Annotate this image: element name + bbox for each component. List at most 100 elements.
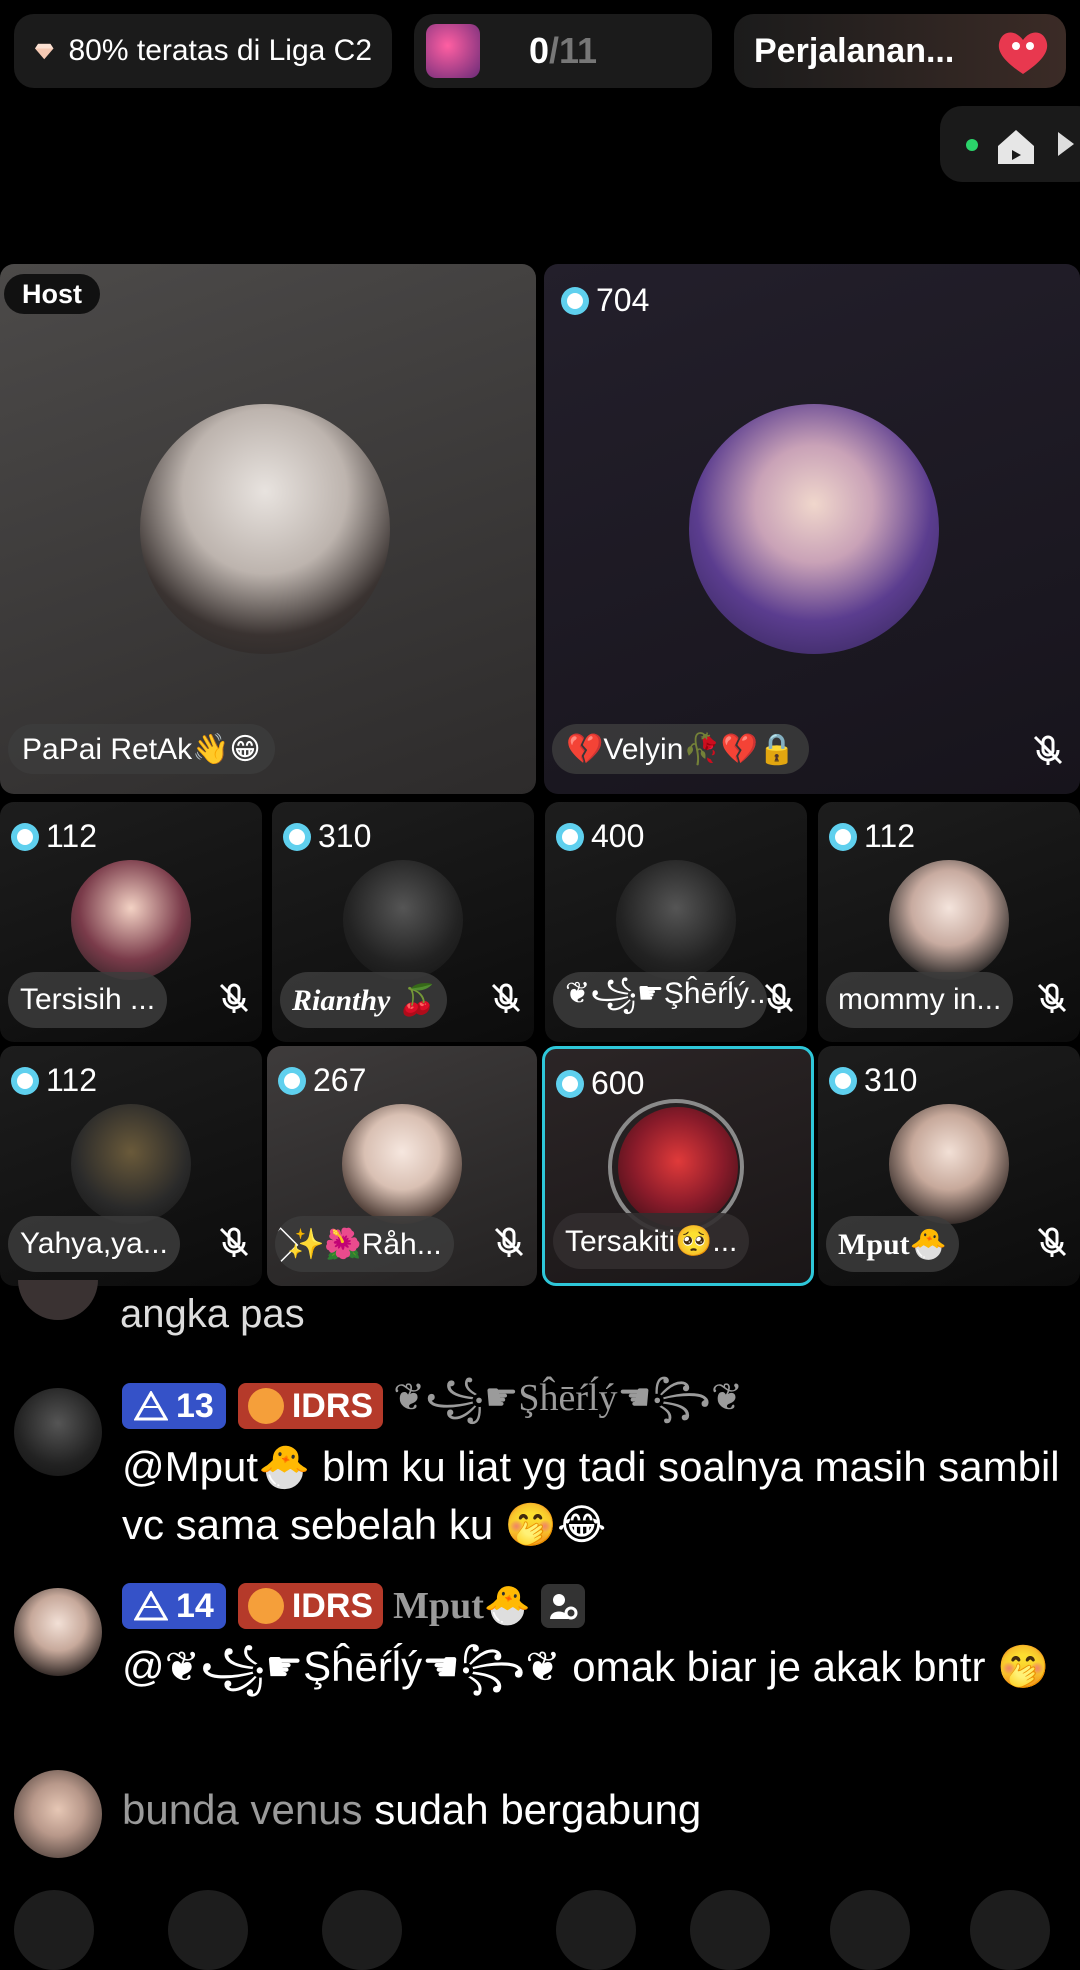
tag-label: IDRS	[291, 1586, 374, 1625]
mic-muted-icon	[219, 1227, 249, 1257]
coin-count: 267	[313, 1062, 367, 1098]
coin-icon	[556, 1069, 584, 1098]
seat-coins: 310	[828, 1062, 917, 1099]
coin-icon	[556, 822, 584, 851]
mic-muted-icon	[764, 983, 794, 1013]
seat-name: ⃟✨🌺Råh...	[275, 1216, 454, 1272]
mic-muted-icon	[219, 983, 249, 1013]
sender-name[interactable]: ❦꧁☛Şĥēŕĺý☚꧂❦	[393, 1367, 743, 1445]
avatar[interactable]	[889, 1104, 1009, 1224]
seat-7[interactable]: 112 Yahya,ya...	[0, 1046, 262, 1286]
chat-message-text: @Mput🐣 blm ku liat yg tadi soalnya masih…	[122, 1443, 1060, 1548]
seat-name: Tersakiti🥺...	[553, 1213, 750, 1269]
play-arrow-icon[interactable]	[1058, 132, 1074, 156]
coin-count: 112	[46, 818, 98, 854]
avatar[interactable]	[618, 1107, 738, 1227]
chat-message-header: 13 IDRS ❦꧁☛Şĥēŕĺý☚꧂❦	[122, 1377, 743, 1430]
seat-6[interactable]: 112 mommy in...	[818, 802, 1080, 1042]
avatar[interactable]	[342, 1104, 462, 1224]
journey-pill[interactable]: Perjalanan...	[734, 14, 1066, 88]
seat-name: Mput🐣	[826, 1216, 960, 1272]
seat-name: Rianthy 🍒	[280, 972, 448, 1028]
level-triangle-icon	[134, 1591, 168, 1621]
chat-partial-message: angka pas	[120, 1292, 305, 1336]
seat-3[interactable]: 112 Tersisih ...	[0, 802, 262, 1042]
coin-count: 310	[318, 818, 372, 854]
home-icon[interactable]	[994, 124, 1038, 168]
level-value: 14	[176, 1586, 214, 1625]
seat-8[interactable]: 267 ⃟✨🌺Råh...	[267, 1046, 537, 1286]
avatar[interactable]	[889, 860, 1009, 980]
join-message: sudah bergabung	[374, 1786, 702, 1833]
bottom-toolbar	[0, 1890, 1080, 1970]
coin-icon	[11, 1066, 39, 1095]
seat-coins: 112	[828, 818, 915, 855]
mic-muted-icon	[1037, 983, 1067, 1013]
seat-name: 💔Velyin🥀💔🔒	[552, 724, 810, 774]
seat-coins: 704	[560, 282, 649, 319]
coin-icon	[283, 822, 311, 851]
mic-muted-icon	[491, 983, 521, 1013]
level-value: 13	[176, 1386, 214, 1425]
join-user-name[interactable]: bunda venus	[122, 1786, 363, 1833]
coin-icon	[11, 822, 39, 851]
league-text: 80% teratas di Liga C2	[68, 34, 372, 67]
avatar[interactable]	[140, 404, 390, 654]
avatar[interactable]	[616, 860, 736, 980]
avatar[interactable]	[71, 1104, 191, 1224]
toolbar-button[interactable]	[970, 1890, 1050, 1970]
avatar[interactable]	[689, 404, 939, 654]
toolbar-button[interactable]	[830, 1890, 910, 1970]
seat-9[interactable]: 600 Tersakiti🥺...	[542, 1046, 814, 1286]
mini-controls[interactable]	[940, 106, 1080, 182]
join-text: bunda venus sudah bergabung	[122, 1786, 701, 1834]
league-rank-pill[interactable]: 80% teratas di Liga C2	[14, 14, 392, 88]
seat-host[interactable]: Host PaPai RetAk👋😁	[0, 264, 536, 794]
mic-muted-icon	[1033, 735, 1063, 765]
avatar[interactable]	[14, 1388, 102, 1476]
host-role-icon	[541, 1584, 586, 1628]
toolbar-button[interactable]	[322, 1890, 402, 1970]
toolbar-button[interactable]	[690, 1890, 770, 1970]
seat-name: PaPai RetAk👋😁	[8, 724, 275, 774]
level-badge: 14	[122, 1583, 226, 1629]
avatar[interactable]	[14, 1588, 102, 1676]
seat-coins: 112	[10, 1062, 97, 1099]
avatar[interactable]	[14, 1770, 102, 1858]
toolbar-button[interactable]	[14, 1890, 94, 1970]
seat-name: Tersisih ...	[8, 972, 168, 1028]
sender-name[interactable]: Mput🐣	[393, 1584, 531, 1628]
online-indicator	[966, 139, 978, 151]
heart-icon	[998, 32, 1048, 74]
toolbar-button[interactable]	[556, 1890, 636, 1970]
seat-4[interactable]: 310 Rianthy 🍒	[272, 802, 534, 1042]
heart-icon	[247, 1588, 284, 1624]
coin-count: 704	[596, 282, 650, 318]
coin-icon	[829, 822, 857, 851]
seat-coins: 112	[10, 818, 97, 855]
chat-avatar-partial	[18, 1280, 98, 1320]
host-badge: Host	[4, 274, 100, 314]
progress-count-pill[interactable]: 0/11	[414, 14, 712, 88]
level-triangle-icon	[134, 1391, 168, 1421]
chat-message-header: 14 IDRS Mput🐣	[122, 1582, 586, 1630]
seat-coins: 600	[555, 1065, 644, 1102]
seat-5[interactable]: 400 ❦꧁☛Şĥēŕĺý...	[545, 802, 807, 1042]
event-thumbnail	[426, 24, 480, 78]
level-badge: 13	[122, 1383, 226, 1429]
tag-badge: IDRS	[237, 1383, 384, 1429]
seat-name: Yahya,ya...	[8, 1216, 180, 1272]
coin-count: 112	[864, 818, 916, 854]
seat-10[interactable]: 310 Mput🐣	[818, 1046, 1080, 1286]
coin-icon	[829, 1066, 857, 1095]
coin-icon	[561, 286, 589, 315]
toolbar-button[interactable]	[168, 1890, 248, 1970]
count-current: 0	[528, 30, 549, 71]
seat-name: ❦꧁☛Şĥēŕĺý...	[553, 972, 767, 1028]
coin-count: 112	[46, 1062, 98, 1098]
seat-2[interactable]: 704 💔Velyin🥀💔🔒	[544, 264, 1080, 794]
coin-count: 310	[864, 1062, 918, 1098]
avatar[interactable]	[71, 860, 191, 980]
avatar[interactable]	[343, 860, 463, 980]
chat-message-text: @❦꧁☛Şĥēŕĺý☚꧂❦ omak biar je akak bntr 🤭	[122, 1643, 1050, 1690]
